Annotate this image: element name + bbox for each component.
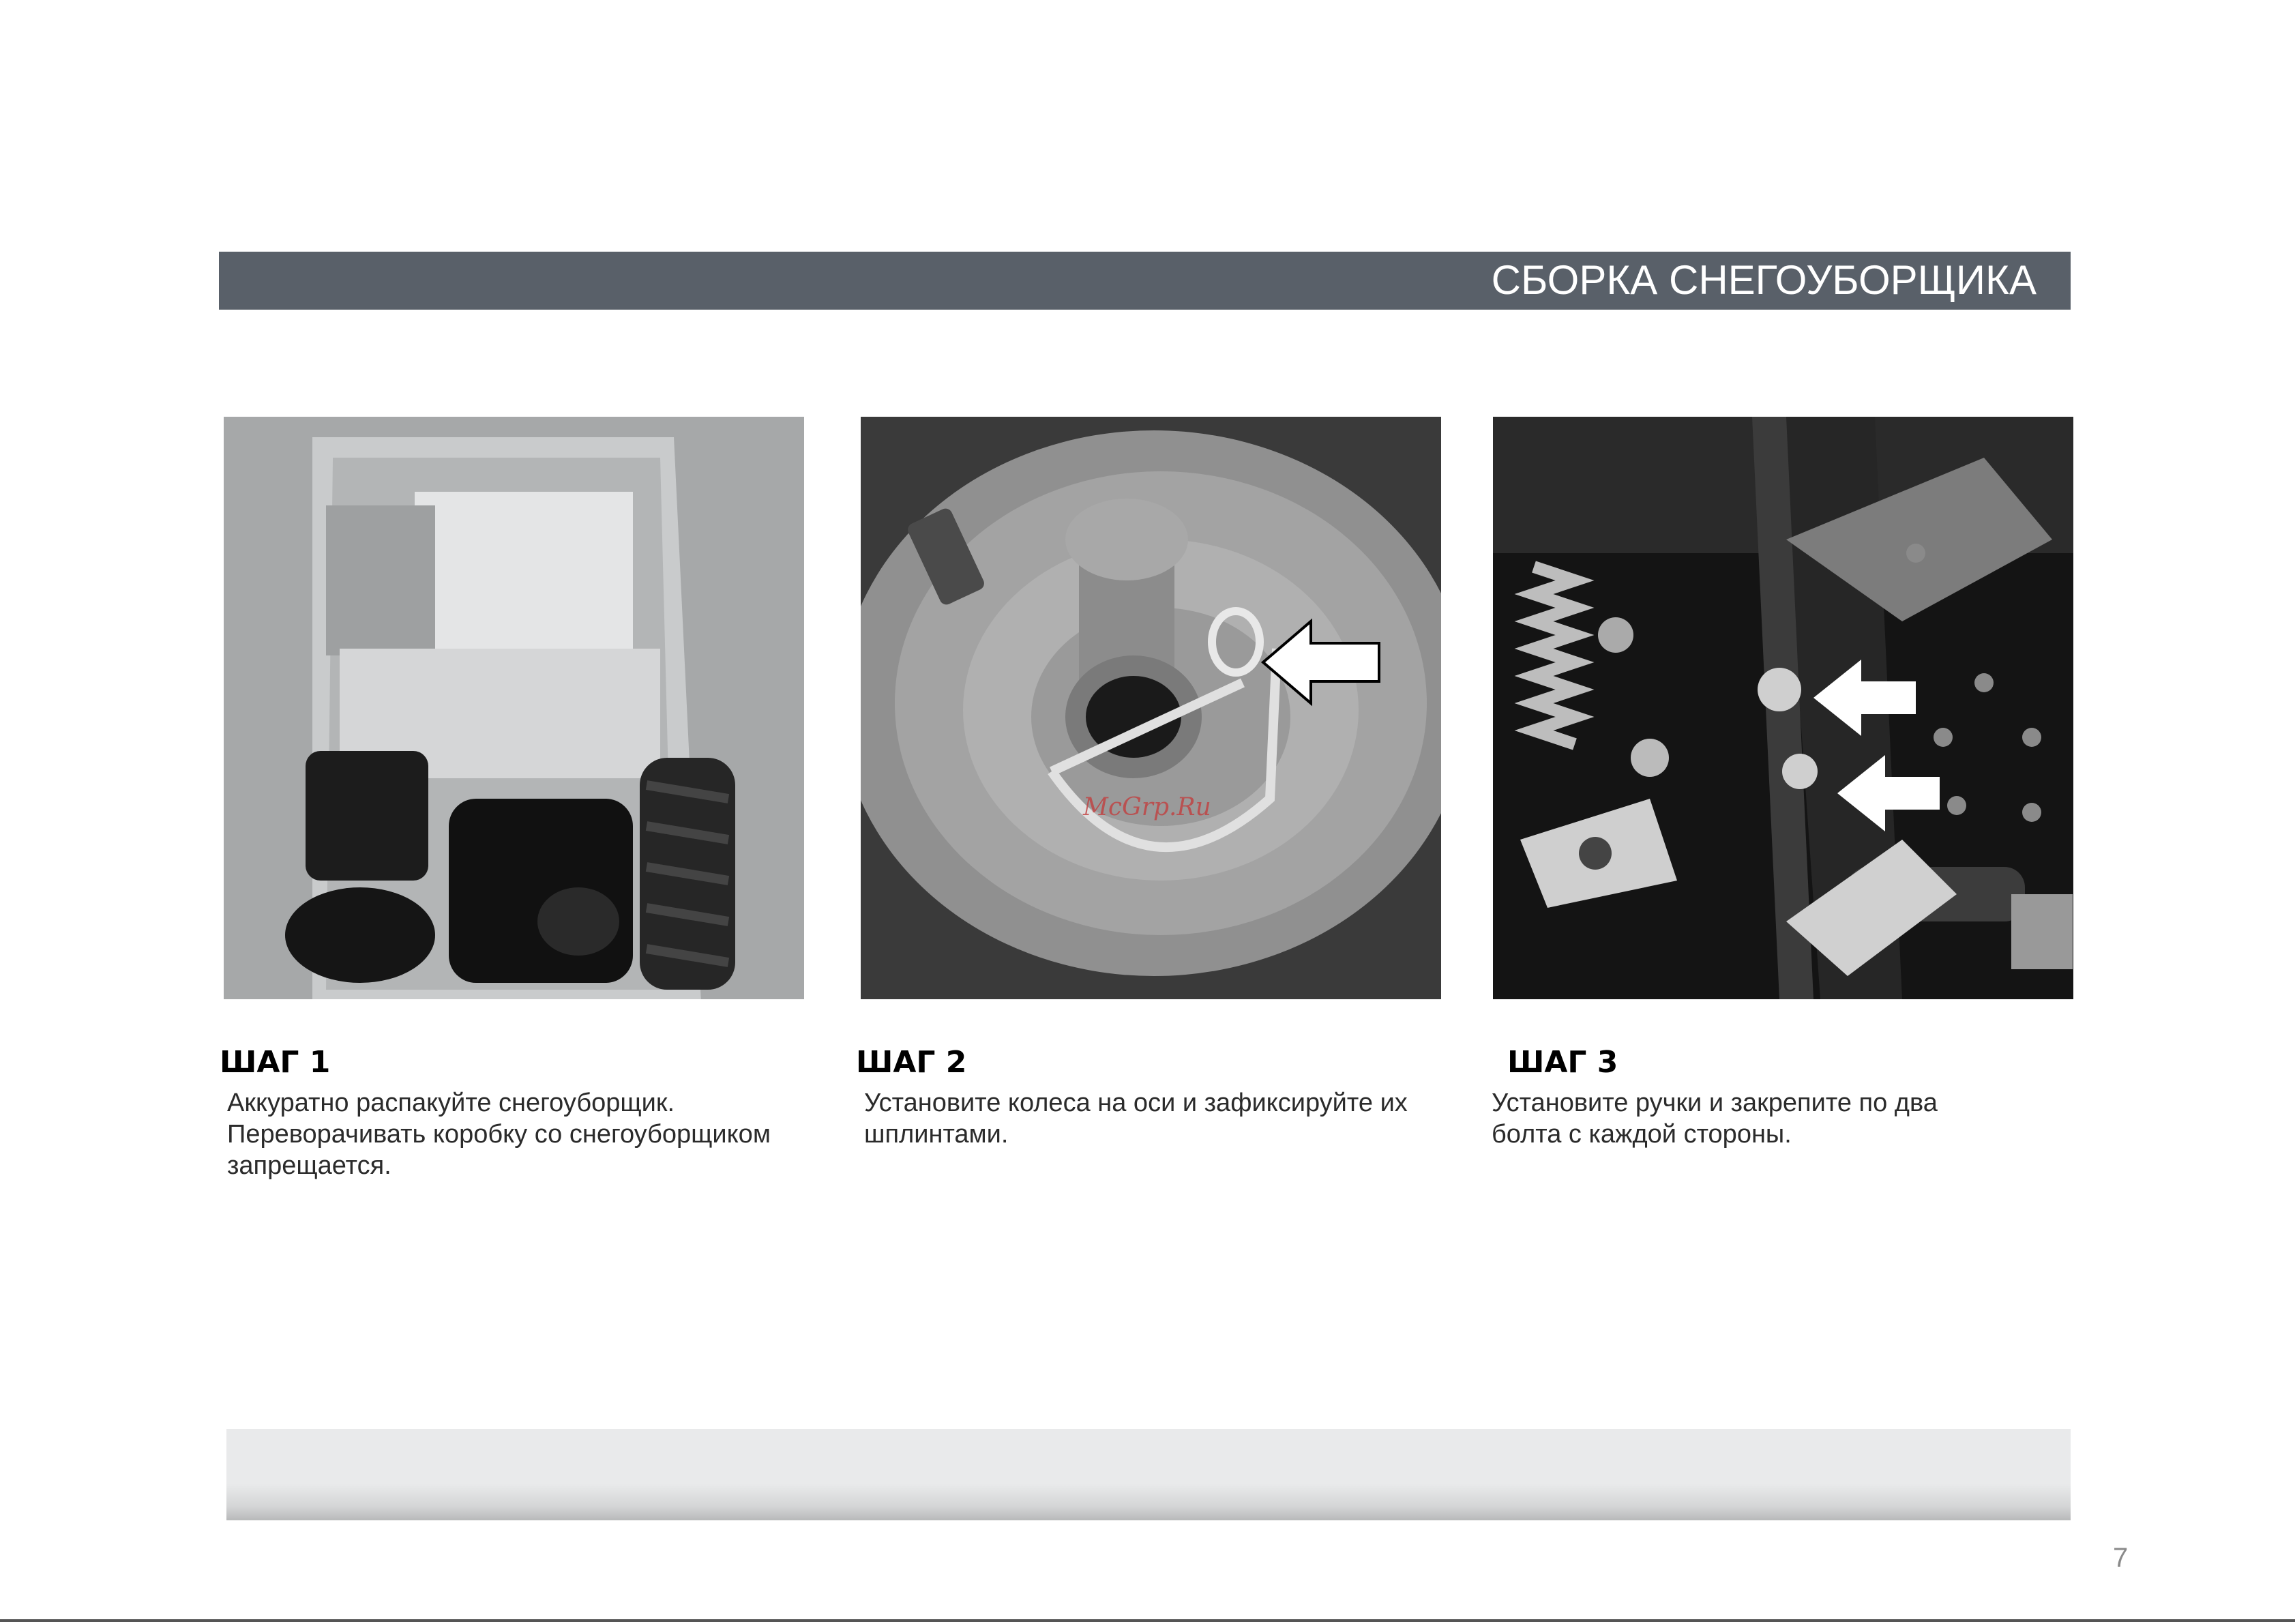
page-number: 7 [2113,1543,2129,1573]
step-3-line-1: Установите ручки и закрепите по два [1492,1089,1938,1117]
step-2-title: ШАГ 2 [856,1045,967,1080]
step-3-title: ШАГ 3 [1507,1045,1618,1080]
step-2-photo [861,417,1441,999]
page-title: СБОРКА СНЕГОУБОРЩИКА [1491,257,2037,303]
step-1-photo [224,417,804,999]
step-3-line-2: болта с каждой стороны. [1492,1120,1792,1149]
step-1-description: Аккуратно распакуйте снегоуборщик. Перев… [227,1087,841,1181]
step-1-title: ШАГ 1 [220,1045,331,1080]
step-1-line-3: запрещается. [227,1151,391,1180]
footer-band [226,1429,2071,1520]
step-2-line-2: шплинтами. [864,1120,1009,1149]
step-2-description: Установите колеса на оси и зафиксируйте … [864,1087,1478,1150]
step-3-photo [1493,417,2073,999]
watermark: McGrp.Ru [1083,793,1211,821]
bottom-rule [0,1619,2295,1622]
step-1-line-1: Аккуратно распакуйте снегоуборщик. [227,1089,675,1117]
step-2-line-1: Установите колеса на оси и зафиксируйте … [864,1089,1408,1117]
step-3-description: Установите ручки и закрепите по два болт… [1492,1087,2105,1150]
step-1-line-2: Переворачивать коробку со снегоуборщиком [227,1120,771,1149]
header-bar: СБОРКА СНЕГОУБОРЩИКА [219,252,2071,310]
